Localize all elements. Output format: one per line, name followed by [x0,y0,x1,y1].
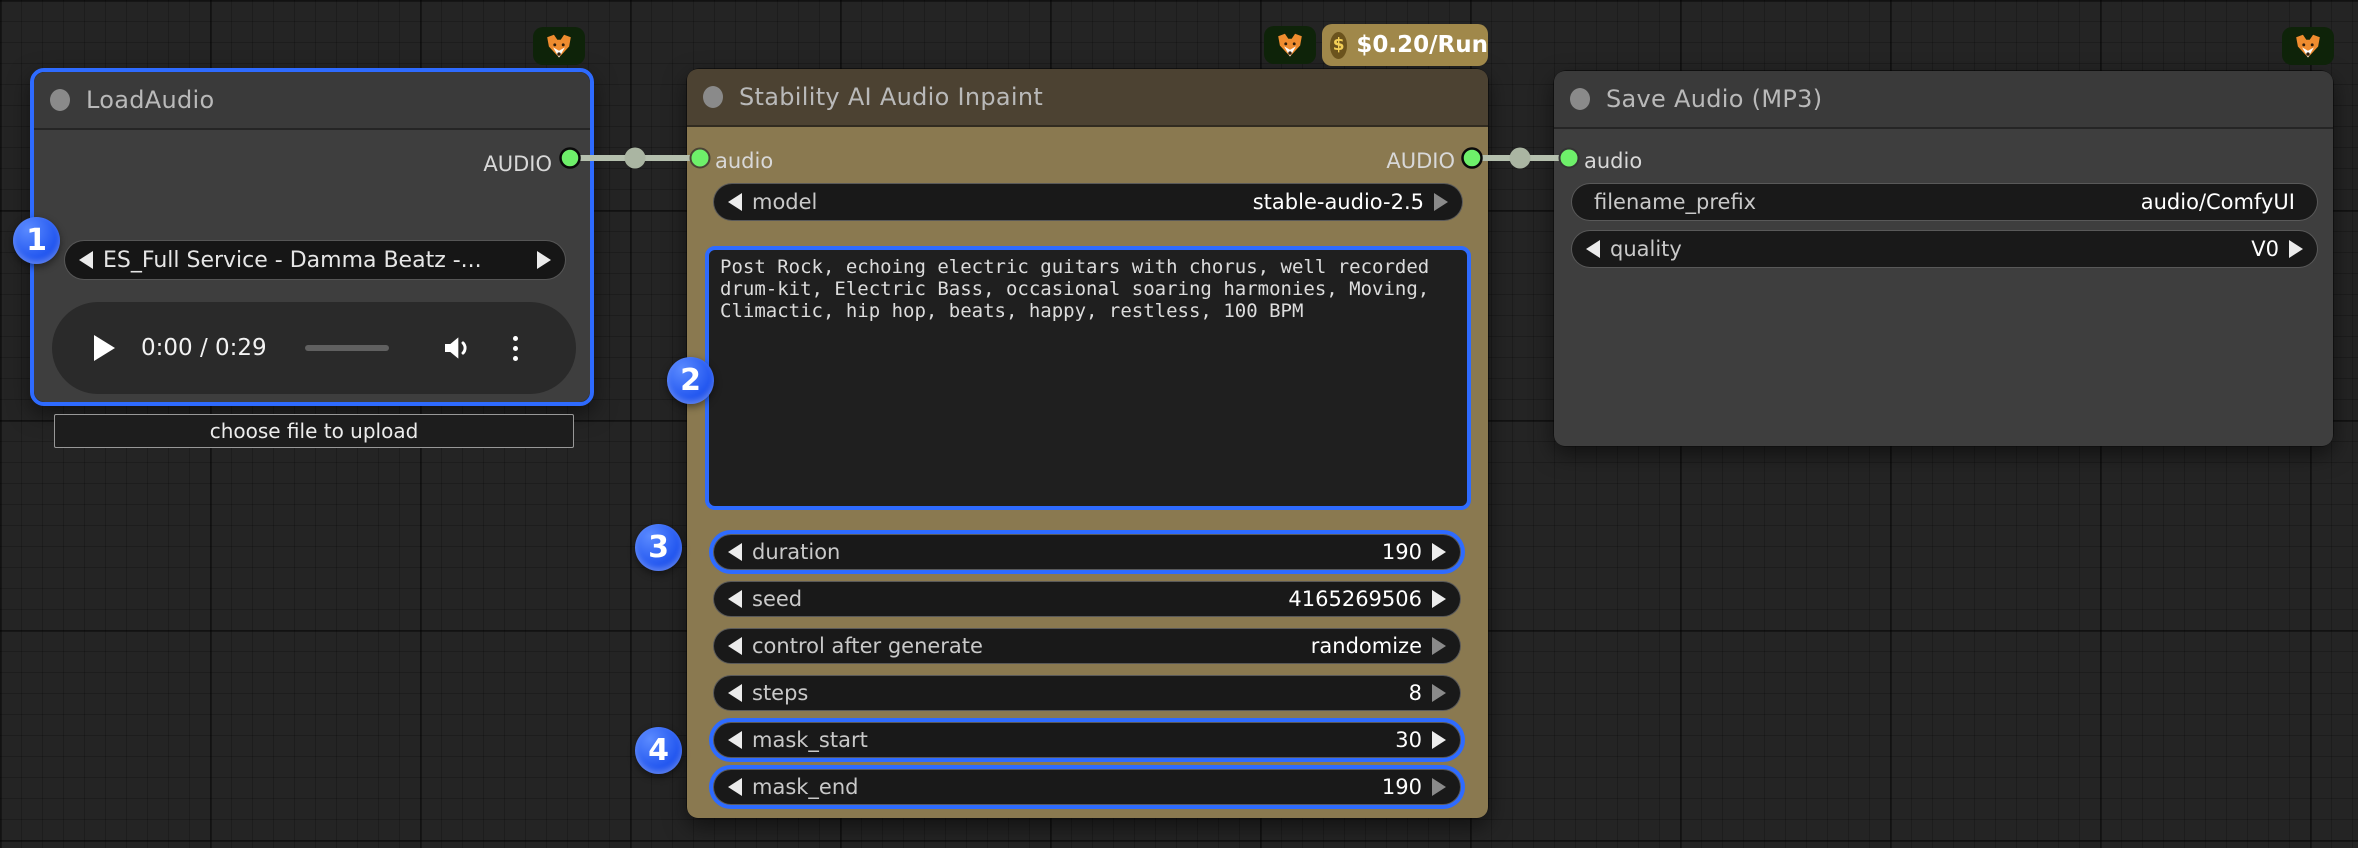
input-port-label: audio [715,147,773,175]
node-save-audio-mp3[interactable]: Save Audio (MP3) audio filename_prefix a… [1553,70,2334,447]
choose-file-button[interactable]: choose file to upload [54,414,574,448]
next-arrow-icon[interactable] [1432,543,1446,561]
widget-mask-end[interactable]: mask_end 190 [713,769,1461,805]
fox-badge [1264,26,1316,64]
next-arrow-icon[interactable] [537,251,551,269]
prev-arrow-icon[interactable] [79,251,93,269]
widget-seed[interactable]: seed 4165269506 [713,581,1461,617]
fox-badge [2282,27,2334,65]
wire-midpoint-dot[interactable] [625,148,646,169]
prev-arrow-icon[interactable] [728,778,742,796]
next-arrow-icon[interactable] [1432,778,1446,796]
widget-model[interactable]: model stable-audio-2.5 [713,183,1463,221]
kebab-menu-icon[interactable] [513,336,518,361]
widget-steps[interactable]: steps 8 [713,675,1461,711]
node-title: LoadAudio [86,86,215,114]
input-port-label: audio [1584,147,1642,175]
next-arrow-icon[interactable] [1432,590,1446,608]
collapse-dot[interactable] [1570,88,1590,110]
seek-bar[interactable] [305,345,389,351]
audio-file-name: ES_Full Service - Damma Beatz -... [103,248,527,273]
widget-quality[interactable]: quality V0 [1571,230,2318,268]
next-arrow-icon[interactable] [1432,684,1446,702]
node-load-audio-header[interactable]: LoadAudio [34,72,590,130]
play-icon[interactable] [94,335,115,361]
annotation-badge-3: 3 [635,524,682,571]
fox-icon [1275,32,1305,59]
widget-filename-prefix[interactable]: filename_prefix audio/ComfyUI [1571,183,2318,221]
price-per-run-badge: $ $0.20/Run [1322,24,1488,66]
node-stability-audio-inpaint[interactable]: Stability AI Audio Inpaint audio AUDIO m… [686,68,1489,819]
node-stability-header[interactable]: Stability AI Audio Inpaint [687,69,1488,127]
output-port-label: AUDIO [1386,147,1455,175]
next-arrow-icon[interactable] [1432,637,1446,655]
fox-icon [544,33,574,60]
widget-control-after-generate[interactable]: control after generate randomize [713,628,1461,664]
price-per-run-label: $0.20/Run [1356,32,1488,58]
collapse-dot[interactable] [703,86,723,108]
playback-time: 0:00 / 0:29 [141,335,267,361]
wire-midpoint-dot[interactable] [1510,148,1531,169]
widget-mask-start[interactable]: mask_start 30 [713,722,1461,758]
annotation-badge-1: 1 [13,217,60,264]
prev-arrow-icon[interactable] [728,637,742,655]
next-arrow-icon[interactable] [1432,731,1446,749]
fox-badge [533,27,585,65]
audio-input-port[interactable] [691,149,710,168]
fox-icon [2293,33,2323,60]
prev-arrow-icon[interactable] [728,543,742,561]
annotation-badge-2: 2 [667,357,714,404]
node-graph-canvas[interactable]: LoadAudio AUDIO ES_Full Service - Damma … [0,0,2358,848]
audio-player: 0:00 / 0:29 [52,302,576,394]
prev-arrow-icon[interactable] [728,590,742,608]
collapse-dot[interactable] [50,89,70,111]
next-arrow-icon[interactable] [2289,240,2303,258]
next-arrow-icon[interactable] [1434,193,1448,211]
output-port-label: AUDIO [483,150,552,178]
prev-arrow-icon[interactable] [728,684,742,702]
prev-arrow-icon[interactable] [728,731,742,749]
audio-input-port[interactable] [1560,149,1579,168]
audio-output-port[interactable] [561,149,580,168]
widget-duration[interactable]: duration 190 [713,534,1461,570]
prev-arrow-icon[interactable] [728,193,742,211]
annotation-badge-4: 4 [635,727,682,774]
dollar-coin-icon: $ [1330,32,1347,59]
node-title: Save Audio (MP3) [1606,85,1822,113]
volume-icon[interactable] [441,332,473,364]
prev-arrow-icon[interactable] [1586,240,1600,258]
prompt-textarea[interactable]: Post Rock, echoing electric guitars with… [705,246,1471,510]
node-load-audio[interactable]: LoadAudio AUDIO ES_Full Service - Damma … [30,68,594,406]
node-save-audio-header[interactable]: Save Audio (MP3) [1554,71,2333,129]
audio-output-port[interactable] [1463,149,1482,168]
node-title: Stability AI Audio Inpaint [739,83,1043,111]
audio-file-combo[interactable]: ES_Full Service - Damma Beatz -... [64,240,566,280]
